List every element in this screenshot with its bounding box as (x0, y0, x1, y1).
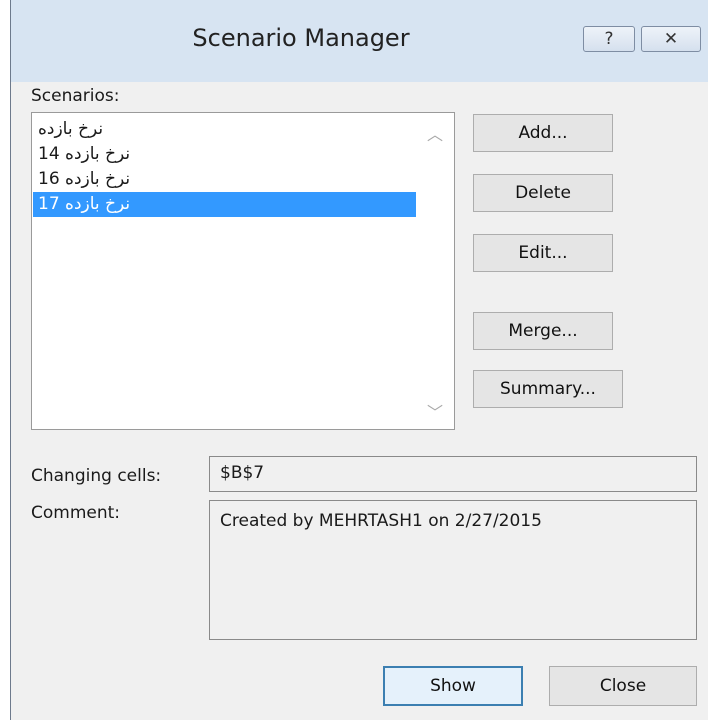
list-item-selected[interactable]: نرخ بازده 17 (33, 192, 416, 217)
list-item[interactable]: نرخ بازده 16 (33, 167, 416, 192)
close-icon: ✕ (663, 29, 679, 49)
list-item[interactable]: نرخ بازده 14 (33, 142, 416, 167)
list-item[interactable]: نرخ بازده (33, 117, 416, 142)
help-icon: ? (604, 29, 614, 49)
comment-field[interactable]: Created by MEHRTASH1 on 2/27/2015 (209, 500, 697, 640)
scroll-up-icon[interactable]: ︿ (417, 120, 453, 146)
comment-label: Comment: (31, 503, 121, 523)
changing-cells-field[interactable]: $B$7 (209, 456, 697, 492)
changing-cells-label: Changing cells: (31, 466, 162, 486)
title-bar: Scenario Manager ? ✕ (11, 0, 708, 82)
title-close-button[interactable]: ✕ (641, 26, 701, 52)
scroll-down-icon[interactable]: ﹀ (417, 398, 453, 424)
close-button[interactable]: Close (549, 666, 697, 706)
scenarios-label: Scenarios: (31, 86, 120, 106)
edit-button[interactable]: Edit... (473, 234, 613, 272)
delete-button[interactable]: Delete (473, 174, 613, 212)
merge-button[interactable]: Merge... (473, 312, 613, 350)
add-button[interactable]: Add... (473, 114, 613, 152)
scenarios-list[interactable]: نرخ بازده نرخ بازده 14 نرخ بازده 16 نرخ … (31, 112, 455, 430)
show-button[interactable]: Show (383, 666, 523, 706)
scrollbar[interactable]: ︿ ﹀ (417, 114, 453, 428)
dialog-title: Scenario Manager (192, 24, 410, 52)
help-button[interactable]: ? (583, 26, 635, 52)
scenario-manager-dialog: Scenario Manager ? ✕ Scenarios: نرخ بازد… (10, 0, 708, 720)
summary-button[interactable]: Summary... (473, 370, 623, 408)
